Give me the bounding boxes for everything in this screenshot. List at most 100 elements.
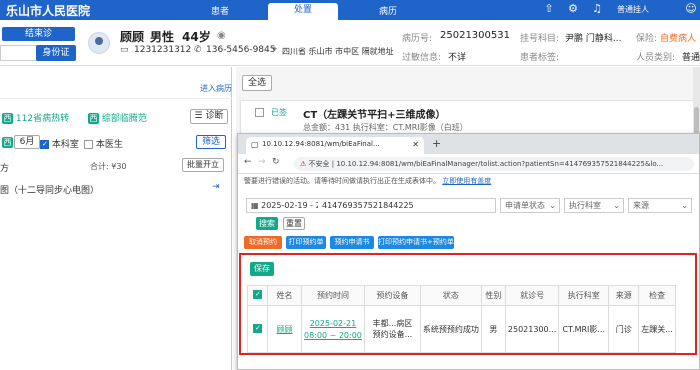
tab-record[interactable]: 病历 [358,4,418,17]
this-doctor-checkbox[interactable] [84,140,93,149]
calendar-icon: ▦ [251,201,259,210]
header-exam: 检查 [638,285,676,306]
date-range-value: 2025-02-19 - 2025-02-21 [261,201,323,210]
section-label: 方 [0,164,10,174]
row-name-link[interactable]: 顾顾 [277,325,293,334]
source-select-label: 来源 [633,201,649,210]
tags-label: 患者标签: [520,53,560,63]
badge-2-text: 综部临腾范 [101,114,147,124]
exec-dept-select[interactable]: 执行科室 ⌄ [564,198,624,213]
source-select[interactable]: 来源 ⌄ [628,198,692,213]
header-status: 状态 [419,285,482,306]
diagnosis-button[interactable]: ☰ 诊断 [190,109,228,124]
row-time-range[interactable]: 08:00 ~ 20:00 [304,331,362,340]
select-all-checkbox[interactable] [253,290,262,299]
badge-1[interactable]: 西 112省病热转 [2,111,69,124]
id-card-input[interactable] [0,45,38,61]
print-booking-button[interactable]: 打印预约单 [286,236,326,249]
row-device-line1: 丰都...病区 [372,319,413,328]
warning-link[interactable]: 立即使用有盖度 [442,177,491,185]
row-visit-no: 25021300... [504,305,560,353]
back-icon[interactable]: ← [244,157,252,167]
row-name[interactable]: 顾顾 [267,305,302,353]
order-title: CT（左踝关节平扫+三维成像） [303,110,446,121]
id-number: 1231231312 [134,45,192,55]
order-item[interactable]: 图（十二导同步心电图） [0,183,99,196]
order-checkbox[interactable] [255,108,264,117]
avatar [88,32,110,54]
reload-icon[interactable]: ↻ [272,157,280,167]
patient-sn-input[interactable]: 414769357521844225 [318,198,496,213]
header-name: 姓名 [267,285,302,306]
tab-patient[interactable]: 患者 [190,4,250,17]
row-time-date[interactable]: 2025-02-21 [304,319,362,328]
close-tab-icon[interactable]: ✕ [412,137,419,152]
bulk-open-button[interactable]: 批量开立 [182,158,224,172]
allergy-value: 不详 [448,53,467,63]
shirt-icon[interactable]: ⇧ [543,3,555,15]
west-icon: 西 [2,137,13,148]
this-dept-checkbox[interactable] [40,140,49,149]
warning-icon: ⚠ [300,160,307,168]
insurance-label: 保险: [636,34,658,44]
type-label: 人员类别: [636,53,676,63]
select-all-button[interactable]: 全选 [242,75,272,91]
row-checkbox[interactable] [253,323,262,333]
address: 四川省 乐山市 市中区 隔就地址 [282,47,394,56]
end-visit-button[interactable]: 结束诊 [2,27,75,41]
row-exam: 左踝关... [638,305,676,353]
user-icon[interactable]: ☺ [685,3,697,15]
total-amount: 合计: ¥30 [90,162,127,171]
phone-icon: ✆ [194,45,202,55]
table-row[interactable]: 顾顾 2025-02-21 08:00 ~ 20:00 丰都...病区 预约设备… [247,305,676,353]
cancel-booking-button[interactable]: 取消预约 [244,236,282,249]
location-icon: ⌖ [272,45,278,55]
search-button[interactable]: 搜索 [256,217,278,230]
badge-1-count: 112 [15,114,34,124]
west-filter[interactable]: 西 [2,137,13,148]
list-icon: ☰ [194,111,203,121]
gear-icon[interactable]: ⚙ [567,3,579,15]
url-field[interactable]: ⚠ 不安全 | 10.10.12.94:8081/wm/biEaFinalMan… [294,157,694,171]
this-dept-filter[interactable]: 本科室 [40,137,79,150]
row-dept: CT.MRI影... [558,305,610,353]
forward-icon[interactable]: → [258,157,266,167]
reset-button[interactable]: 重置 [283,217,305,230]
row-source: 门诊 [608,305,640,353]
save-button[interactable]: 保存 [250,262,274,276]
status-select[interactable]: 申请单状态 ⌄ [500,198,560,213]
header-select[interactable] [247,285,268,306]
exit-icon[interactable]: ⇥ [212,182,220,192]
header-device: 预约设备 [363,285,421,306]
patient-age: 44岁 [182,30,211,44]
filter-button[interactable]: 筛选 [196,135,226,149]
new-tab-button[interactable]: + [432,137,441,150]
date-range-picker[interactable]: ▦ 2025-02-19 - 2025-02-21 [246,198,324,213]
row-status: 系统预预约成功 [419,305,482,353]
diagnosis-label: 诊断 [205,111,224,121]
order-row[interactable]: 已签 CT（左踝关节平扫+三维成像） 总金额：431 执行科室：CT.MRI影像… [240,100,700,136]
badge-west-icon: 西 [2,113,13,124]
print-combo-button[interactable]: 打印预约申请书+预约单 [378,236,454,249]
row-select[interactable] [247,305,268,353]
id-card-button[interactable]: 身份证 [36,45,76,61]
print-application-button[interactable]: 预约申请书 [330,236,374,249]
row-time[interactable]: 2025-02-21 08:00 ~ 20:00 [301,305,365,353]
url-text: 10.10.12.94:8081/wm/biEaFinalManager/tol… [336,160,664,168]
tab-treatment[interactable]: 处置 [268,3,338,20]
type-value: 普通 [682,53,700,63]
enter-record-link[interactable]: 进入病历 [200,83,232,94]
badge-west-icon-2: 西 [88,113,99,124]
user-name[interactable]: 普通挂人 [617,4,649,15]
eye-icon[interactable]: ◉ [217,30,226,41]
badge-2[interactable]: 西 综部临腾范 [88,111,147,124]
month-select[interactable]: 6月 [14,135,40,149]
header-dept: 执行科室 [558,285,610,306]
this-doctor-filter[interactable]: 本医生 [84,137,123,150]
dept-value: 尹鹏 门静科... [565,34,622,44]
row-device: 丰都...病区 预约设备... [363,305,421,353]
browser-tab[interactable]: ▢ 10.10.12.94:8081/wm/biEaFinal... ✕ [246,137,424,154]
header-source: 来源 [608,285,640,306]
badge-1-text: 省病热转 [33,114,70,124]
bell-icon[interactable]: ♫ [591,3,603,15]
